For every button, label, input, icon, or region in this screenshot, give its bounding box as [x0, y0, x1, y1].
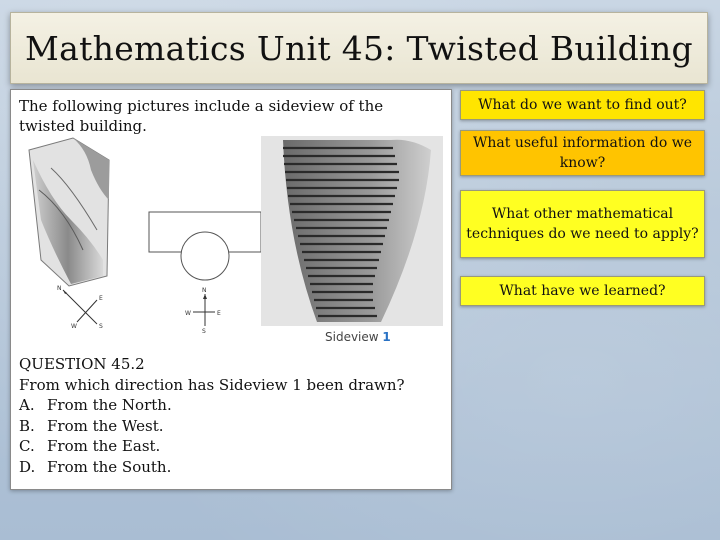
building-3d-image	[28, 137, 110, 287]
prompt-text: What do we want to find out?	[478, 97, 687, 113]
content-panel: N E S W N E S W The following pictures i…	[10, 89, 452, 490]
answer-option-b: B. From the West.	[19, 416, 444, 437]
option-letter: C.	[19, 437, 35, 455]
prompt-text: What useful information do we know?	[473, 135, 692, 171]
option-letter: B.	[19, 416, 35, 435]
compass-right-w: W	[185, 310, 191, 317]
answer-options: A. From the North. B. From the West. C. …	[19, 395, 444, 477]
prompt-text: What other mathematical techniques do we…	[466, 206, 699, 242]
compass-left-n: N	[57, 285, 62, 292]
prompt-find-out: What do we want to find out?	[460, 90, 705, 120]
footprint-diagram	[148, 211, 262, 281]
compass-right-n: N	[202, 287, 207, 294]
sideview-label: Sideview	[325, 330, 379, 344]
compass-right-e: E	[217, 310, 221, 317]
question-block: QUESTION 45.2 From which direction has S…	[19, 354, 444, 477]
title-bar: Mathematics Unit 45: Twisted Building	[10, 12, 708, 84]
question-heading: QUESTION 45.2	[19, 355, 145, 373]
compass-left-w: W	[71, 323, 77, 330]
sideview-caption: Sideview 1	[325, 330, 391, 344]
compass-right-s: S	[202, 328, 206, 335]
option-text: From the North.	[47, 396, 172, 414]
compass-right: N E S W	[185, 287, 221, 335]
option-text: From the South.	[47, 457, 172, 476]
answer-option-a: A. From the North.	[19, 395, 444, 416]
option-text: From the West.	[47, 416, 164, 435]
option-letter: A.	[19, 396, 35, 414]
sideview-number: 1	[382, 330, 391, 344]
prompt-useful-info: What useful information do we know?	[460, 130, 705, 176]
question-text: From which direction has Sideview 1 been…	[19, 375, 405, 394]
answer-option-c: C. From the East.	[19, 436, 444, 457]
prompt-text: What have we learned?	[499, 283, 666, 299]
prompt-learned: What have we learned?	[460, 276, 705, 306]
sideview-image	[261, 136, 443, 326]
intro-text: The following pictures include a sidevie…	[19, 97, 384, 135]
option-letter: D.	[19, 457, 36, 476]
compass-left: N E S W	[57, 285, 103, 330]
compass-left-s: S	[99, 323, 103, 330]
option-text: From the East.	[47, 437, 161, 455]
slide-title: Mathematics Unit 45: Twisted Building	[25, 28, 693, 68]
compass-left-e: E	[99, 295, 103, 302]
prompt-techniques: What other mathematical techniques do we…	[460, 190, 705, 258]
answer-option-d: D. From the South.	[19, 457, 444, 478]
